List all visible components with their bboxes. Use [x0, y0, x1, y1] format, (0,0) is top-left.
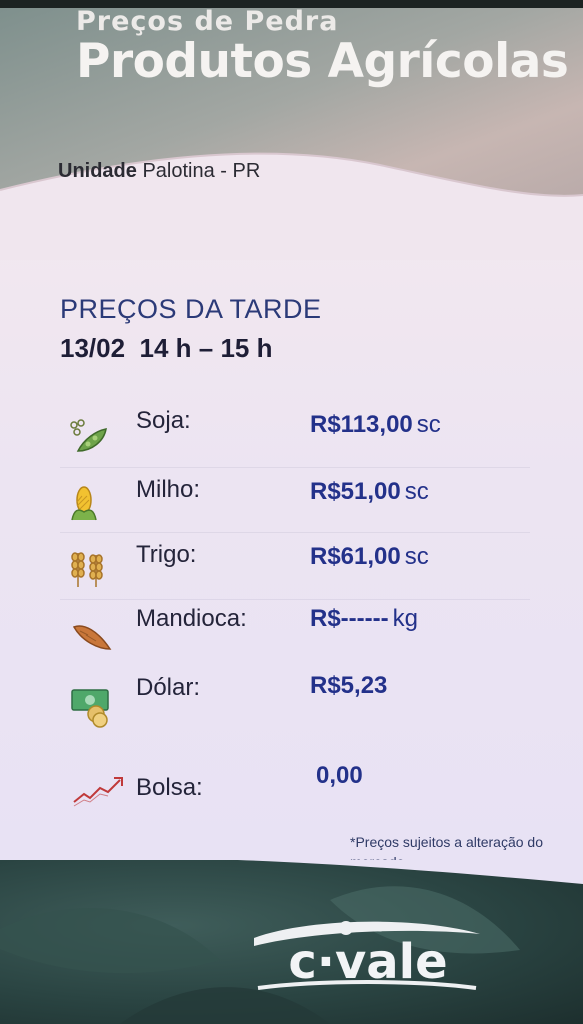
price-amount: R$51,00: [310, 478, 401, 505]
price-name: Dólar:: [136, 674, 201, 701]
row-divider: [60, 467, 530, 468]
price-row-mandioca: Mandioca: R$------ kg: [0, 603, 583, 663]
price-amount: R$113,00: [310, 411, 413, 438]
price-amount: R$5,23: [310, 672, 388, 699]
price-name: Bolsa:: [136, 774, 203, 801]
row-divider: [60, 599, 530, 600]
price-unit: sc: [404, 478, 429, 505]
price-unit: kg: [392, 605, 418, 632]
price-row-bolsa: Bolsa: 0,00: [0, 760, 583, 820]
stock-chart-icon: [73, 777, 123, 807]
money-icon: [71, 689, 109, 728]
unit-label: Unidade: [58, 160, 137, 182]
price-name: Soja:: [136, 407, 191, 434]
header-wave-decoration: [0, 152, 583, 260]
price-value: R$------ kg: [310, 605, 418, 633]
price-name: Trigo:: [136, 541, 197, 568]
price-value: 0,00: [316, 762, 367, 790]
unit-location: Unidade Palotina - PR: [58, 160, 260, 183]
wheat-icon: [71, 552, 103, 587]
period-date-time: 13/02 14 h – 15 h: [60, 333, 273, 363]
price-value: R$51,00 sc: [310, 478, 429, 506]
price-name: Mandioca:: [136, 605, 247, 632]
row-divider: [60, 532, 530, 533]
price-value: R$61,00 sc: [310, 543, 429, 571]
price-unit: sc: [416, 411, 441, 438]
price-display-screen: Preços de Pedra Produtos Agrícolas Unida…: [0, 0, 583, 1024]
price-amount: 0,00: [316, 762, 363, 789]
corn-icon: [71, 486, 97, 521]
price-row-trigo: Trigo: R$61,00 sc: [0, 537, 583, 600]
price-row-milho: Milho: R$51,00 sc: [0, 472, 583, 533]
price-row-soja: Soja: R$113,00 sc: [0, 405, 583, 468]
header-title: Produtos Agrícolas: [76, 34, 569, 89]
price-amount: R$61,00: [310, 543, 401, 570]
price-value: R$5,23: [310, 672, 391, 700]
cvale-logo: c·vale: [254, 921, 480, 990]
soybean-icon: [70, 419, 107, 452]
unit-name: Palotina - PR: [142, 160, 261, 182]
period-title: PREÇOS DA TARDE: [60, 294, 322, 324]
price-value: R$113,00 sc: [310, 411, 441, 439]
price-row-dolar: Dólar: R$5,23: [0, 670, 583, 730]
price-unit: sc: [404, 543, 429, 570]
cassava-icon: [72, 625, 112, 650]
price-name: Milho:: [136, 476, 201, 503]
price-amount: R$------: [310, 605, 389, 632]
header-subtitle: Preços de Pedra: [76, 6, 339, 37]
